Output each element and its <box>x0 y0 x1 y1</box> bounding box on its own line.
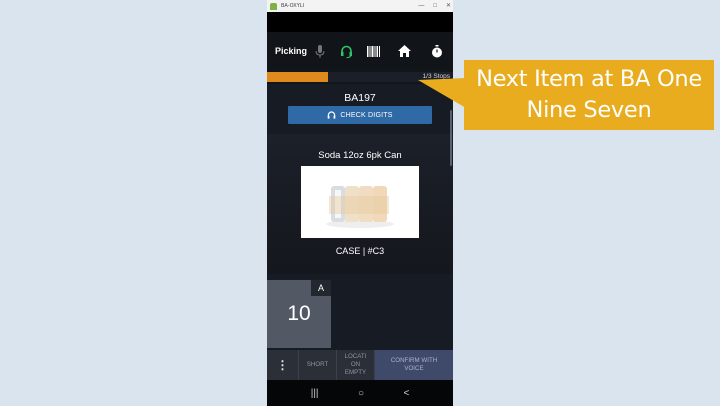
recents-icon[interactable]: ||| <box>311 388 319 399</box>
product-image <box>301 166 419 238</box>
app-bar: Picking <box>267 32 453 70</box>
headset-icon <box>328 110 336 119</box>
action-bar: ⋮ SHORT LOCATI ON EMPTY CONFIRM WITH VOI… <box>267 350 453 380</box>
minimize-icon[interactable]: — <box>418 0 424 12</box>
item-name: Soda 12oz 6pk Can <box>318 150 402 161</box>
back-icon[interactable]: < <box>403 388 409 399</box>
overflow-menu-icon[interactable]: ⋮ <box>267 350 299 380</box>
status-bar <box>267 12 453 32</box>
callout-line-1: Next Item at BA One <box>476 65 702 92</box>
maximize-icon[interactable]: □ <box>433 0 437 12</box>
microphone-icon[interactable] <box>313 44 327 58</box>
barcode-icon[interactable] <box>366 44 380 58</box>
short-button[interactable]: SHORT <box>299 350 337 380</box>
check-digits-label: CHECK DIGITS <box>340 111 393 119</box>
home-nav-icon[interactable]: ○ <box>358 388 364 399</box>
location-empty-button[interactable]: LOCATI ON EMPTY <box>337 350 375 380</box>
unit-of-measure: CASE | #C3 <box>335 246 385 256</box>
close-icon[interactable]: ✕ <box>446 0 451 12</box>
emulator-window: BA-OXYLI — □ ✕ Picking 1/3 Stops BA197 C… <box>267 0 453 406</box>
quantity-tag: A <box>311 280 331 296</box>
android-icon <box>270 2 277 10</box>
android-nav-bar: ||| ○ < <box>267 380 453 406</box>
home-icon[interactable] <box>397 44 411 58</box>
confirm-with-voice-button[interactable]: CONFIRM WITH VOICE <box>375 350 453 380</box>
headset-icon[interactable] <box>339 44 353 58</box>
window-titlebar: BA-OXYLI — □ ✕ <box>267 0 453 12</box>
stopwatch-icon[interactable] <box>430 44 444 58</box>
page-title: Picking <box>275 46 308 56</box>
window-title: BA-OXYLI <box>281 3 305 9</box>
progress-fill <box>267 72 329 82</box>
callout-box: Next Item at BA One Nine Seven <box>464 60 714 130</box>
check-digits-button[interactable]: CHECK DIGITS <box>288 106 432 124</box>
callout-line-2: Nine Seven <box>526 97 652 123</box>
